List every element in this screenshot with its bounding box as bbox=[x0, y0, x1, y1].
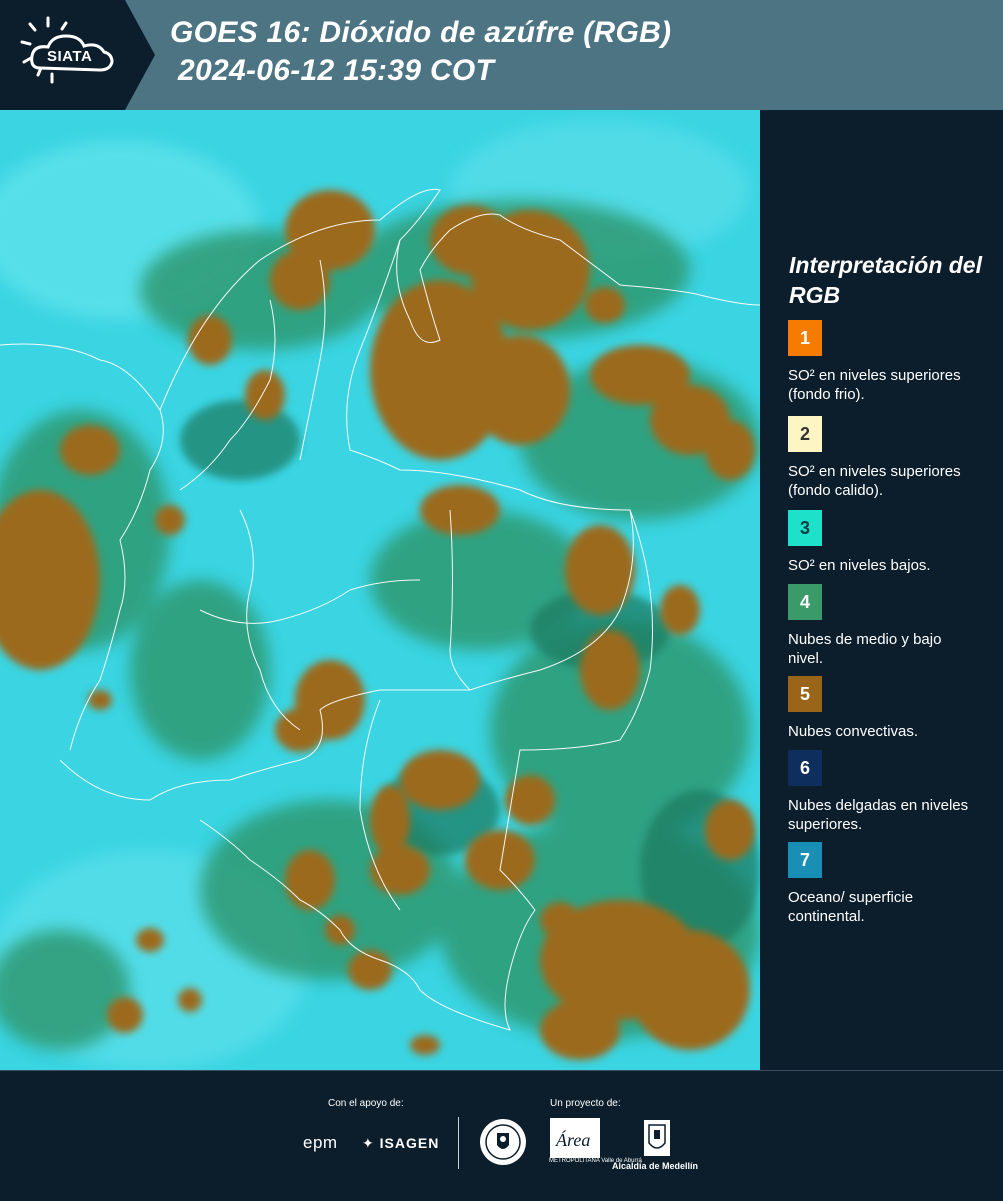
legend-swatch: 4 bbox=[788, 584, 822, 620]
legend-item-2: 2 SO² en niveles superiores (fondo calid… bbox=[788, 416, 998, 500]
legend-item-7: 7 Oceano/ superficie continental. bbox=[788, 842, 998, 926]
legend-description: Nubes convectivas. bbox=[788, 723, 919, 740]
isagen-mark-icon: ✦ bbox=[362, 1135, 375, 1151]
satellite-map bbox=[0, 110, 760, 1070]
epm-logo: epm bbox=[303, 1133, 338, 1152]
legend-item-5: 5 Nubes convectivas. bbox=[788, 676, 998, 741]
support-label: Con el apoyo de: bbox=[328, 1098, 404, 1109]
area-logo-text: Área bbox=[555, 1129, 590, 1150]
legend-panel: Interpretación del RGB 1 SO² en niveles … bbox=[760, 110, 1003, 1070]
isagen-logo: ✦ ISAGEN bbox=[362, 1135, 439, 1152]
footer-divider bbox=[458, 1117, 459, 1169]
footer: Con el apoyo de: Un proyecto de: epm ✦ I… bbox=[0, 1070, 1003, 1201]
area-metropolitana-logo: Área bbox=[550, 1118, 600, 1158]
legend-title: Interpretación del RGB bbox=[789, 252, 982, 308]
siata-logo: SIATA bbox=[0, 0, 160, 110]
page-title: GOES 16: Dióxido de azúfre (RGB) 2024-06… bbox=[170, 14, 671, 90]
legend-item-3: 3 SO² en niveles bajos. bbox=[788, 510, 998, 575]
legend-swatch: 1 bbox=[788, 320, 822, 356]
legend-description: Oceano/ superficie continental. bbox=[788, 889, 914, 925]
legend-swatch: 5 bbox=[788, 676, 822, 712]
alcaldia-shield-icon bbox=[644, 1120, 670, 1156]
medellin-seal-icon bbox=[480, 1119, 526, 1165]
legend-description: SO² en niveles superiores (fondo frio). bbox=[788, 367, 961, 403]
satellite-image bbox=[0, 110, 760, 1070]
legend-swatch: 2 bbox=[788, 416, 822, 452]
legend-swatch: 3 bbox=[788, 510, 822, 546]
legend-item-6: 6 Nubes delgadas en niveles superiores. bbox=[788, 750, 998, 834]
legend-description: SO² en niveles superiores (fondo calido)… bbox=[788, 463, 961, 499]
legend-swatch: 7 bbox=[788, 842, 822, 878]
title-line-2: 2024-06-12 15:39 COT bbox=[178, 54, 495, 87]
legend-description: Nubes de medio y bajo nivel. bbox=[788, 631, 942, 667]
legend-swatch: 6 bbox=[788, 750, 822, 786]
title-line-1: GOES 16: Dióxido de azúfre (RGB) bbox=[170, 16, 672, 49]
header: SIATA GOES 16: Dióxido de azúfre (RGB) 2… bbox=[0, 0, 1003, 110]
legend-item-1: 1 SO² en niveles superiores (fondo frio)… bbox=[788, 320, 998, 404]
legend-item-4: 4 Nubes de medio y bajo nivel. bbox=[788, 584, 998, 668]
isagen-label: ISAGEN bbox=[379, 1135, 440, 1151]
legend-description: Nubes delgadas en niveles superiores. bbox=[788, 797, 969, 833]
project-label: Un proyecto de: bbox=[550, 1098, 621, 1109]
alcaldia-label: Alcaldía de Medellín bbox=[612, 1161, 699, 1171]
siata-logo-text: SIATA bbox=[47, 48, 92, 65]
legend-description: SO² en niveles bajos. bbox=[788, 557, 931, 574]
